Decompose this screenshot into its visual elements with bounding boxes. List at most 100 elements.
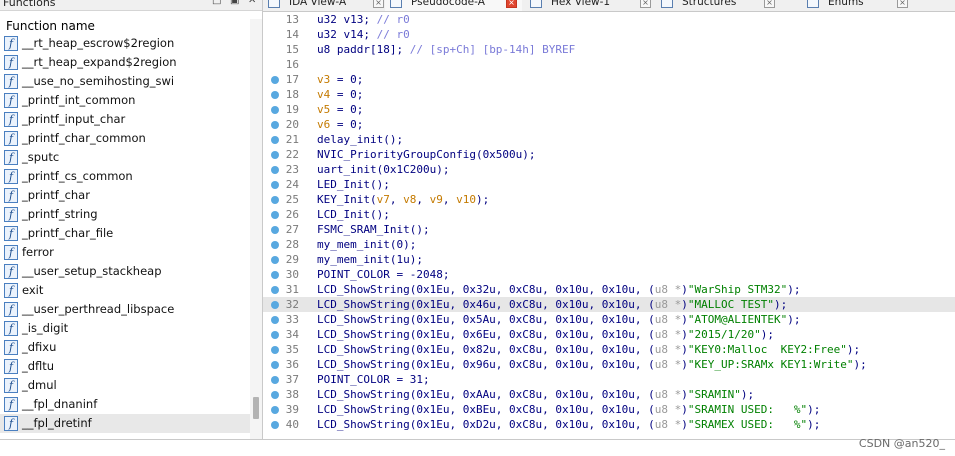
- code-line[interactable]: 30 POINT_COLOR = -2048;: [263, 267, 955, 282]
- code-text: LCD_ShowString(0x1Eu, 0x96u, 0xC8u, 0x10…: [317, 357, 867, 372]
- function-icon: f: [4, 416, 18, 431]
- function-list-item[interactable]: f _printf_int_common: [0, 91, 250, 110]
- code-line[interactable]: 35 LCD_ShowString(0x1Eu, 0x82u, 0xC8u, 0x…: [263, 342, 955, 357]
- code-token: // r0: [376, 28, 410, 41]
- function-list-item[interactable]: f ferror: [0, 243, 250, 262]
- code-token: ): [681, 343, 688, 356]
- function-list-item[interactable]: f _printf_string: [0, 205, 250, 224]
- code-line[interactable]: 39 LCD_ShowString(0x1Eu, 0xBEu, 0xC8u, 0x…: [263, 402, 955, 417]
- code-line[interactable]: 15 u8 paddr[18]; // [sp+Ch] [bp-14h] BYRE…: [263, 42, 955, 57]
- tab-ida-view-a[interactable]: IDA View-A ×: [263, 0, 389, 11]
- code-line[interactable]: 25 KEY_Init(v7, v8, v9, v10);: [263, 192, 955, 207]
- pseudocode-view[interactable]: 13 u32 v13; // r0 14 u32 v14; // r0 15 u8 pad…: [263, 12, 955, 439]
- function-list-item[interactable]: f __user_setup_stackheap: [0, 262, 250, 281]
- code-token: u32 v13;: [317, 13, 377, 26]
- code-line[interactable]: 33 LCD_ShowString(0x1Eu, 0x5Au, 0xC8u, 0x…: [263, 312, 955, 327]
- code-text: v6 = 0;: [317, 117, 363, 132]
- function-name: __user_setup_stackheap: [22, 264, 162, 278]
- float-icon[interactable]: ▣: [230, 0, 239, 6]
- code-line[interactable]: 18 v4 = 0;: [263, 87, 955, 102]
- function-list-item[interactable]: f __use_no_semihosting_swi: [0, 72, 250, 91]
- line-number: 14: [285, 28, 299, 41]
- function-list-item[interactable]: f __fpl_dnaninf: [0, 395, 250, 414]
- tab-close-icon[interactable]: ×: [506, 0, 517, 8]
- tab-structures[interactable]: Structures ×: [656, 0, 780, 11]
- code-line[interactable]: 21 delay_init();: [263, 132, 955, 147]
- code-token: );: [787, 313, 801, 326]
- function-name: _printf_string: [22, 207, 98, 221]
- code-token: = 0;: [330, 118, 364, 131]
- code-line[interactable]: 23 uart_init(0x1C200u);: [263, 162, 955, 177]
- functions-pane-title: Functions: [3, 0, 56, 9]
- line-number: 31: [285, 283, 299, 296]
- function-name: __fpl_dnaninf: [22, 397, 98, 411]
- code-token: POINT_COLOR = -2048;: [317, 268, 450, 281]
- function-list-item[interactable]: f __user_perthread_libspace: [0, 300, 250, 319]
- code-text: u32 v14; // r0: [317, 27, 410, 42]
- code-line[interactable]: 36 LCD_ShowString(0x1Eu, 0x96u, 0xC8u, 0x…: [263, 357, 955, 372]
- code-line[interactable]: 37 POINT_COLOR = 31;: [263, 372, 955, 387]
- restore-icon[interactable]: □: [212, 0, 221, 6]
- function-name: _sputc: [22, 150, 60, 164]
- tab-pseudocode-a[interactable]: Pseudocode-A ×: [385, 0, 522, 11]
- function-list-item[interactable]: f __fpl_dretinf: [0, 414, 250, 433]
- code-line[interactable]: 34 LCD_ShowString(0x1Eu, 0x6Eu, 0xC8u, 0x…: [263, 327, 955, 342]
- function-list-item[interactable]: f _sputc: [0, 148, 250, 167]
- function-list-item[interactable]: f _printf_char_common: [0, 129, 250, 148]
- function-list-item[interactable]: f _is_digit: [0, 319, 250, 338]
- code-line[interactable]: 19 v5 = 0;: [263, 102, 955, 117]
- code-token: delay_init();: [317, 133, 404, 146]
- code-line[interactable]: 17 v3 = 0;: [263, 72, 955, 87]
- function-name: __use_no_semihosting_swi: [22, 74, 175, 88]
- code-line[interactable]: 16: [263, 57, 955, 72]
- tab-hex-view-1[interactable]: Hex View-1 ×: [525, 0, 656, 11]
- code-line[interactable]: 22 NVIC_PriorityGroupConfig(0x500u);: [263, 147, 955, 162]
- code-line[interactable]: 14 u32 v14; // r0: [263, 27, 955, 42]
- code-token: POINT_COLOR = 31;: [317, 373, 430, 386]
- function-list-item[interactable]: f _dfltu: [0, 357, 250, 376]
- code-line[interactable]: 38 LCD_ShowString(0x1Eu, 0xAAu, 0xC8u, 0x…: [263, 387, 955, 402]
- function-list-item[interactable]: f _dmul: [0, 376, 250, 395]
- function-list-item[interactable]: f _printf_char_file: [0, 224, 250, 243]
- function-list-item[interactable]: f _printf_cs_common: [0, 167, 250, 186]
- code-line[interactable]: 32 LCD_ShowString(0x1Eu, 0x46u, 0xC8u, 0x…: [263, 297, 955, 312]
- scrollbar-thumb[interactable]: [253, 397, 259, 419]
- function-icon: f: [4, 226, 18, 241]
- tab-close-icon[interactable]: ×: [373, 0, 384, 8]
- tab-enums[interactable]: Enums ×: [802, 0, 913, 11]
- function-list-item[interactable]: f __rt_heap_escrow$2region: [0, 34, 250, 53]
- code-line[interactable]: 13 u32 v13; // r0: [263, 12, 955, 27]
- code-line[interactable]: 29 my_mem_init(1u);: [263, 252, 955, 267]
- function-list-item[interactable]: f _printf_char: [0, 186, 250, 205]
- function-icon: f: [4, 169, 18, 184]
- tab-close-icon[interactable]: ×: [640, 0, 651, 8]
- code-line[interactable]: 28 my_mem_init(0);: [263, 237, 955, 252]
- code-line[interactable]: 26 LCD_Init();: [263, 207, 955, 222]
- code-line[interactable]: 20 v6 = 0;: [263, 117, 955, 132]
- code-token: "2015/1/20": [687, 328, 761, 341]
- tab-close-icon[interactable]: ×: [764, 0, 775, 8]
- code-token: "SRAMIN": [687, 388, 741, 401]
- code-token: u8 *: [654, 358, 682, 371]
- function-list-item[interactable]: f _printf_input_char: [0, 110, 250, 129]
- view-tab-bar: IDA View-A × Pseudocode-A × Hex View-1 × Struc…: [263, 0, 955, 12]
- code-token: );: [740, 388, 755, 401]
- code-line[interactable]: 24 LED_Init();: [263, 177, 955, 192]
- code-token: );: [773, 298, 788, 311]
- column-header-function-name[interactable]: Function name: [0, 19, 250, 35]
- code-text: u32 v13; // r0: [317, 12, 410, 27]
- tab-close-icon[interactable]: ×: [897, 0, 908, 8]
- function-list-item[interactable]: f __rt_heap_expand$2region: [0, 53, 250, 72]
- close-icon[interactable]: ✕: [248, 0, 256, 6]
- code-token: ): [681, 418, 688, 431]
- code-line[interactable]: 27 FSMC_SRAM_Init();: [263, 222, 955, 237]
- code-token: ): [681, 298, 688, 311]
- function-list-item[interactable]: f _dfixu: [0, 338, 250, 357]
- code-token: LED_Init();: [317, 178, 390, 191]
- line-number: 38: [285, 388, 299, 401]
- code-line[interactable]: 31 LCD_ShowString(0x1Eu, 0x32u, 0xC8u, 0x…: [263, 282, 955, 297]
- line-number: 29: [285, 253, 299, 266]
- code-line[interactable]: 40 LCD_ShowString(0x1Eu, 0xD2u, 0xC8u, 0x…: [263, 417, 955, 432]
- function-list-scrollbar[interactable]: [250, 19, 262, 439]
- function-list-item[interactable]: f exit: [0, 281, 250, 300]
